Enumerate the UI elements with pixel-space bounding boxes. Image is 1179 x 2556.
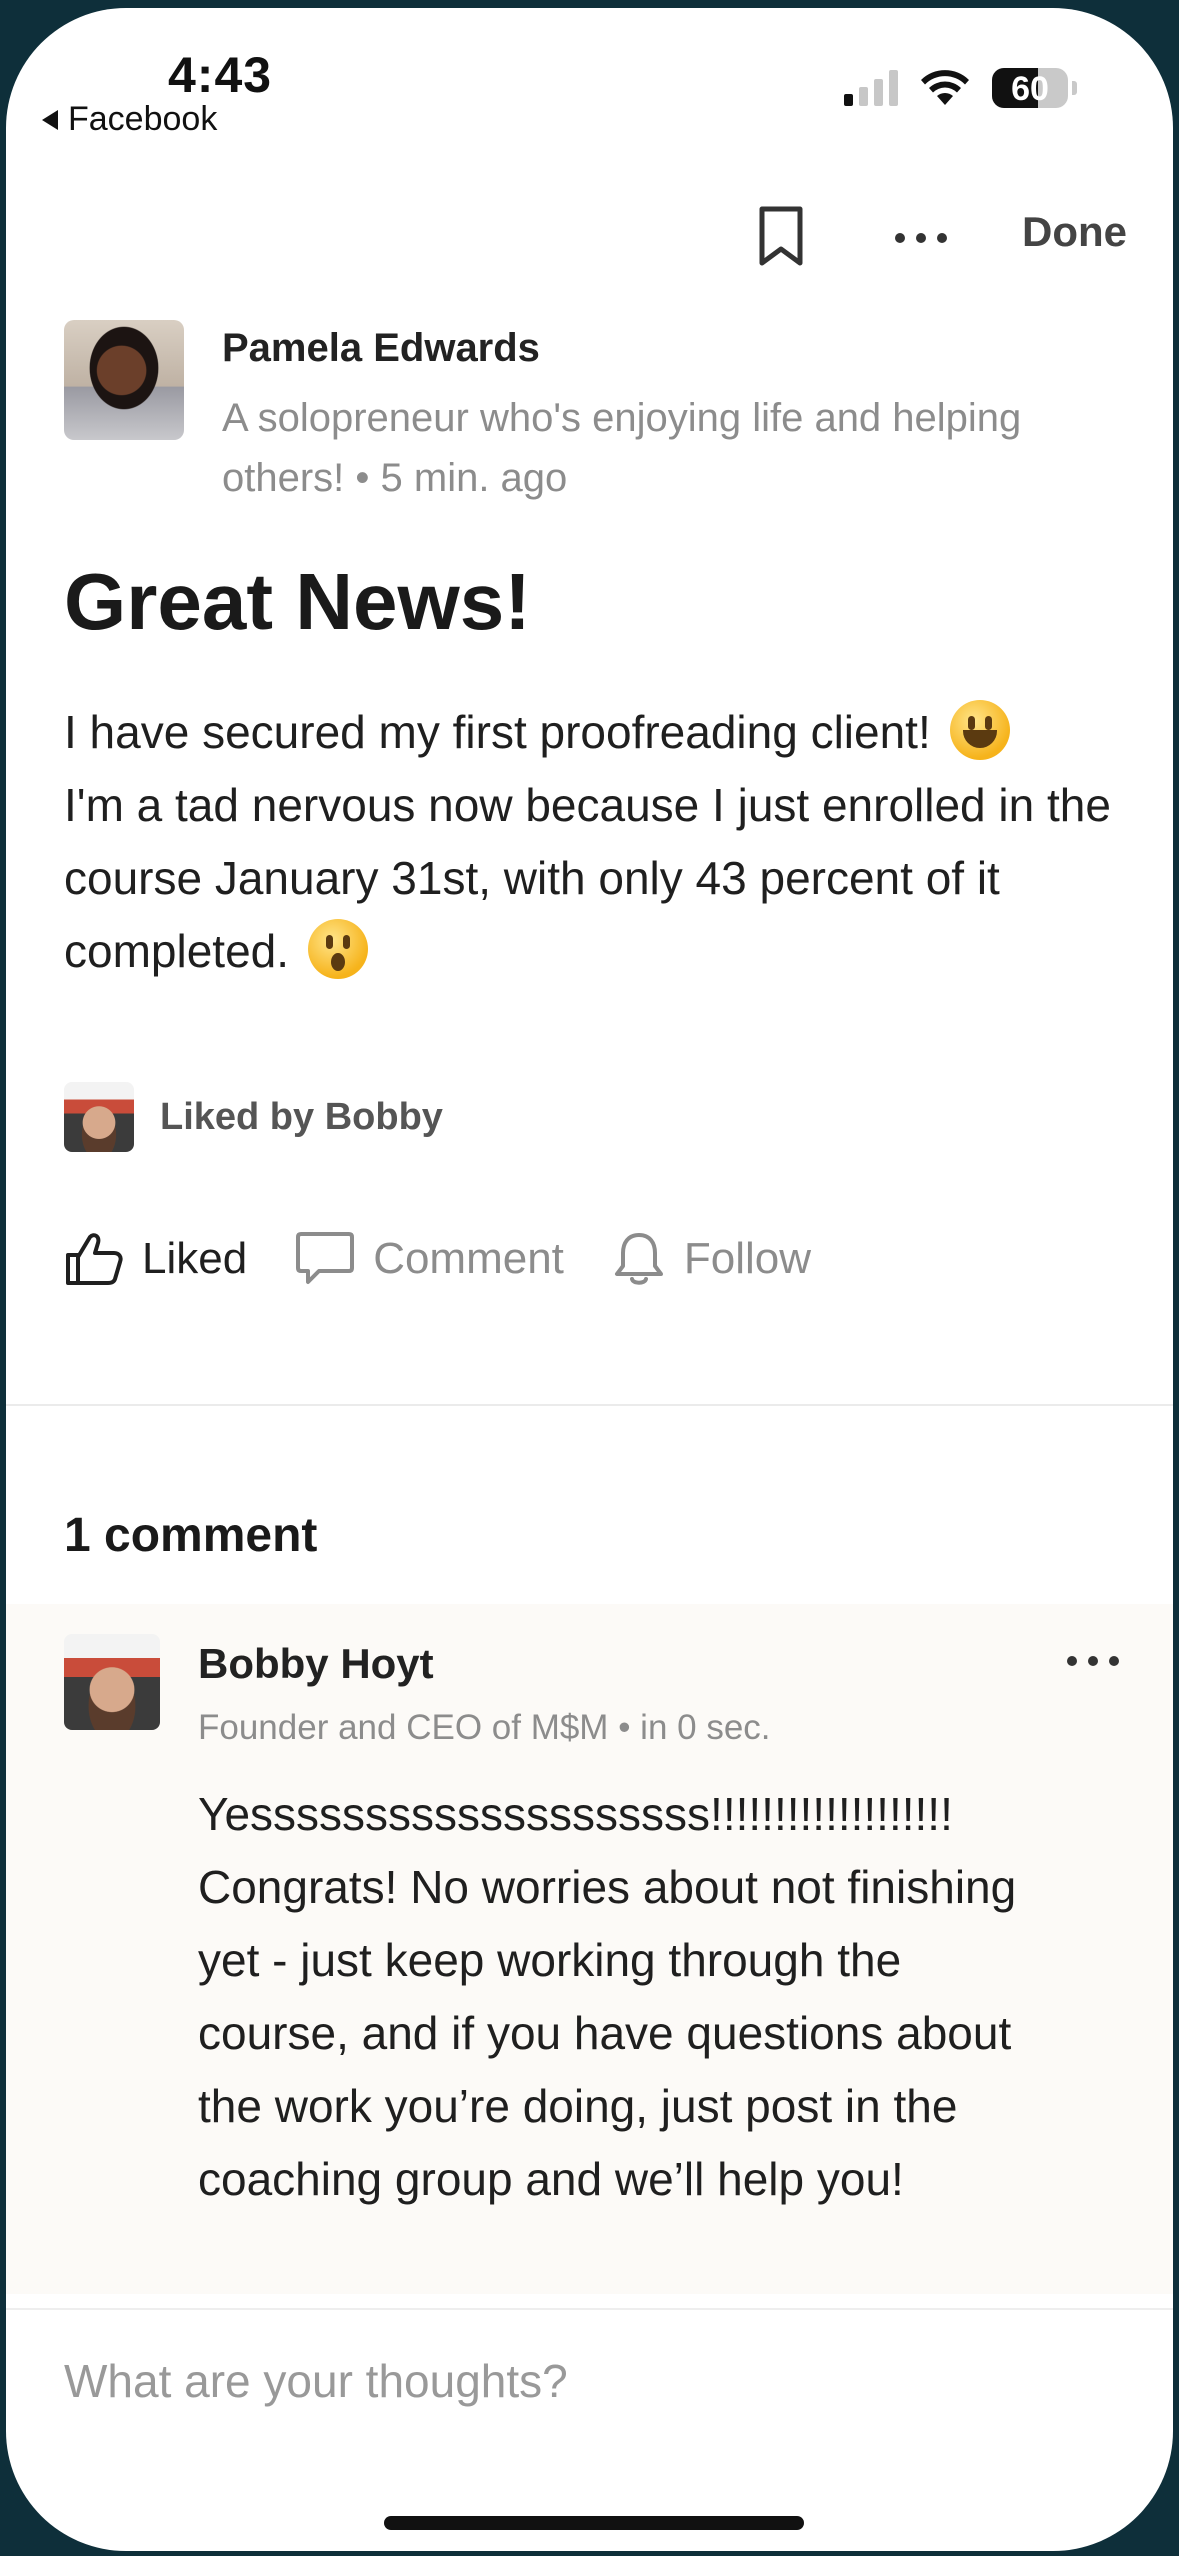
commenter-name[interactable]: Bobby Hoyt: [198, 1640, 434, 1688]
more-horizontal-icon: [1067, 1656, 1119, 1666]
status-time: 4:43: [168, 47, 273, 103]
back-triangle-icon: [42, 109, 58, 130]
comment-label: Comment: [373, 1234, 564, 1283]
post-body: I have secured my first proofreading cli…: [64, 696, 1144, 988]
wifi-icon: [921, 70, 969, 105]
comment-text-exclaim: Yessssssssssssssssssss!!!!!!!!!!!!!!!!!!…: [198, 1788, 953, 1840]
smiley-emoji-icon: [949, 700, 1010, 760]
cellular-signal-icon: [844, 70, 898, 106]
done-button[interactable]: Done: [1022, 208, 1127, 256]
like-label: Liked: [142, 1234, 248, 1283]
post-body-line-2: I'm a tad nervous now because I just enr…: [64, 779, 1111, 977]
comment-more-button[interactable]: [1066, 1654, 1126, 1684]
battery-icon: 60: [992, 68, 1068, 108]
phone-screen: 4:43 Facebook 60 Done Pamela Edwards A s…: [6, 8, 1173, 2551]
back-app-label: Facebook: [68, 100, 218, 138]
post-title: Great News!: [64, 557, 531, 646]
thumbs-up-icon: [66, 1233, 123, 1285]
bell-icon: [614, 1233, 663, 1285]
battery-percent: 60: [1011, 70, 1049, 108]
more-options-button[interactable]: [886, 218, 956, 258]
surprised-emoji-icon: [307, 919, 368, 979]
more-horizontal-icon: [895, 233, 947, 243]
liker-avatar: [64, 1082, 134, 1152]
follow-label: Follow: [683, 1234, 812, 1283]
back-to-app-link[interactable]: Facebook: [42, 100, 217, 139]
author-meta: A solopreneur who's enjoying life and he…: [222, 396, 1022, 500]
post-actions: Liked Comment Follow: [64, 1230, 859, 1288]
author-avatar[interactable]: [64, 320, 184, 440]
status-icons: 60: [844, 68, 1077, 108]
comment-button[interactable]: Comment: [295, 1230, 564, 1288]
section-divider: [6, 1404, 1173, 1406]
liked-by-text: Liked by Bobby: [160, 1095, 443, 1138]
comment-bubble-icon: [296, 1232, 355, 1284]
follow-button[interactable]: Follow: [612, 1230, 811, 1288]
author-name[interactable]: Pamela Edwards: [222, 326, 540, 371]
post-body-line-1: I have secured my first proofreading cli…: [64, 706, 931, 758]
comment-text-body: Congrats! No worries about not finishing…: [198, 1861, 1017, 2205]
comment-text: Yessssssssssssssssssss!!!!!!!!!!!!!!!!!!…: [198, 1778, 1058, 2216]
liked-by-row[interactable]: Liked by Bobby: [64, 1082, 443, 1152]
bookmark-button[interactable]: [754, 203, 808, 269]
comment-count: 1 comment: [64, 1509, 318, 1562]
battery-nub: [1072, 81, 1077, 95]
reply-input[interactable]: [64, 2346, 1064, 2416]
home-indicator[interactable]: [384, 2516, 804, 2530]
commenter-meta: Founder and CEO of M$M • in 0 sec.: [198, 1708, 771, 1747]
input-divider: [6, 2308, 1173, 2310]
bookmark-icon: [759, 206, 803, 266]
like-button[interactable]: Liked: [64, 1231, 247, 1287]
commenter-avatar[interactable]: [64, 1634, 160, 1730]
